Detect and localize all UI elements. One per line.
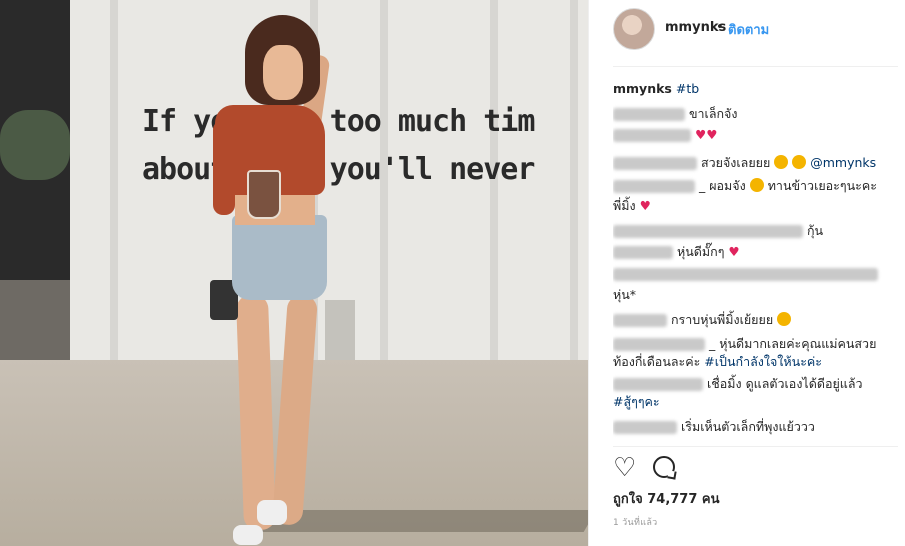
comment-text: ขาเล็กจัง	[688, 106, 738, 121]
person-leg	[235, 294, 277, 531]
header-divider	[613, 66, 898, 67]
comment-text: เชื่อมิ้ง ดูแลตัวเองได้ดีอยู่แล้ว	[706, 376, 863, 391]
person-face	[263, 45, 303, 100]
list-item: _ หุ่นดีมากเลยค่ะคุณแม่คนสวย	[613, 334, 876, 354]
blurred-username	[613, 314, 667, 327]
list-item: หุ่นดีมั๊กๆ ♥	[613, 242, 740, 262]
list-item-continued: หุ่น*	[613, 285, 636, 305]
person-shoe	[233, 525, 263, 545]
list-item-continued: ท้องกี่เดือนละค่ะ #เป็นกำลังใจให้นะค่ะ	[613, 352, 822, 372]
comment-hashtag[interactable]: #สู้ๆๆคะ	[613, 394, 660, 409]
person-leg	[272, 294, 318, 526]
caption-hashtag[interactable]: #tb	[676, 81, 699, 96]
list-item: กุ้น	[613, 221, 823, 241]
list-item: _ ผอมจัง ทานข้าวเยอะๆนะคะ	[613, 176, 877, 196]
post-timestamp[interactable]: 1 วันที่แล้ว	[613, 515, 658, 529]
blurred-username	[613, 246, 673, 259]
comment-text: กุ้น	[806, 223, 824, 238]
follow-button[interactable]: ติดตาม	[728, 19, 769, 40]
list-item: สวยจังเลยยย @mmynks	[613, 153, 876, 173]
photo-person	[205, 10, 375, 546]
comment-text: _ ผอมจัง	[698, 178, 746, 193]
heart-icon: ♥	[639, 198, 651, 213]
list-item: ♥♥	[613, 127, 717, 142]
comments-list[interactable]: mmynks #tb ขาเล็กจัง ♥♥ สวยจังเลยยย @mmy…	[613, 76, 898, 446]
blurred-comment	[613, 225, 803, 238]
heart-eyes-emoji-icon	[792, 155, 807, 169]
post-header: mmynks • ติดตาม	[589, 0, 905, 66]
instagram-post-view: If you had too much tim about ing, you'l…	[0, 0, 905, 546]
list-item-continued: #สู้ๆๆคะ	[613, 392, 660, 412]
post-side-panel: mmynks • ติดตาม mmynks #tb ขาเล็กจัง ♥♥ …	[588, 0, 905, 546]
list-item: เชื่อมิ้ง ดูแลตัวเองได้ดีอยู่แล้ว	[613, 374, 863, 394]
comment-text-continued: ทานข้าวเยอะๆนะคะ	[767, 178, 877, 193]
list-item: เริ่มเห็นตัวเล็กที่พุงแย้ววว	[613, 417, 815, 437]
actions-divider	[613, 446, 898, 447]
list-item: ขาเล็กจัง	[613, 104, 737, 124]
heart-icon: ♥	[728, 244, 740, 259]
comment-bubble-icon[interactable]	[653, 456, 675, 478]
likes-count[interactable]: ถูกใจ 74,777 คน	[613, 488, 720, 509]
list-item: กราบหุ่นพี่มิ้งเย้ยยย	[613, 310, 792, 330]
person-drink-cup	[247, 170, 281, 219]
caption-username[interactable]: mmynks	[613, 81, 672, 96]
avatar[interactable]	[613, 8, 655, 50]
comment-text: เริ่มเห็นตัวเล็กที่พุงแย้ววว	[680, 419, 815, 434]
person-shorts	[232, 215, 327, 300]
heart-eyes-emoji-icon	[777, 312, 792, 326]
comment-text: พี่มิ้ง	[613, 198, 636, 213]
container-rib	[570, 0, 578, 360]
header-separator: •	[716, 20, 724, 35]
blurred-username	[613, 180, 695, 193]
comment-text: หุ่นดีมั๊กๆ	[676, 244, 725, 259]
blurred-username	[613, 157, 697, 170]
person-shoe	[257, 500, 287, 525]
comment-text: หุ่น*	[613, 287, 637, 302]
comment-mention[interactable]: @mmynks	[810, 155, 876, 170]
blurred-comment	[613, 268, 878, 281]
blurred-username	[613, 338, 705, 351]
heart-emoji: ♥♥	[694, 127, 718, 142]
list-item	[613, 266, 878, 281]
blurred-username	[613, 129, 691, 142]
heart-eyes-emoji-icon	[774, 155, 789, 169]
comment-text: ท้องกี่เดือนละค่ะ	[613, 354, 701, 369]
blurred-username	[613, 421, 677, 434]
caption: mmynks #tb	[613, 81, 699, 96]
comment-text: กราบหุ่นพี่มิ้งเย้ยยย	[670, 312, 774, 327]
container-rib	[110, 0, 118, 360]
crying-emoji-icon	[749, 178, 764, 192]
heart-outline-icon[interactable]: ♡	[613, 455, 636, 481]
blurred-username	[613, 378, 703, 391]
comment-text: _ หุ่นดีมากเลยค่ะคุณแม่คนสวย	[708, 336, 877, 351]
photo-tree	[0, 110, 70, 180]
comment-text: สวยจังเลยยย	[700, 155, 771, 170]
person-arm	[213, 120, 235, 215]
post-photo[interactable]: If you had too much tim about ing, you'l…	[0, 0, 588, 546]
list-item-continued: พี่มิ้ง ♥	[613, 196, 651, 216]
blurred-username	[613, 108, 685, 121]
comment-hashtag[interactable]: #เป็นกำลังใจให้นะค่ะ	[704, 354, 822, 369]
